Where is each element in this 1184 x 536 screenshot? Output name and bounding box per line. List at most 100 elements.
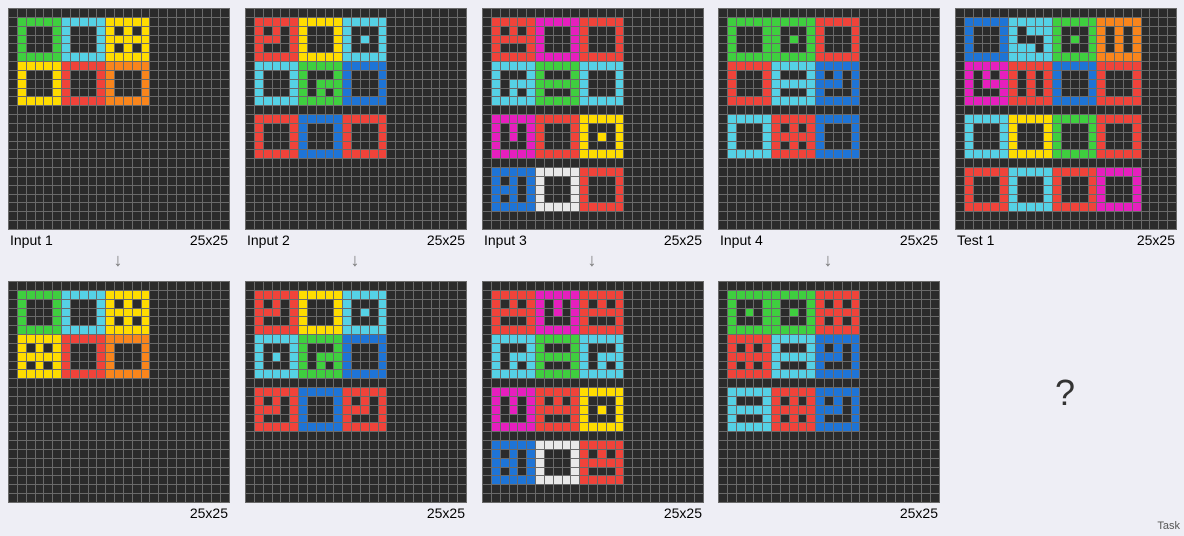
grid-cell [70, 422, 80, 432]
grid-cell [973, 88, 983, 97]
grid-cell [833, 52, 843, 62]
grid-cell [176, 449, 186, 459]
grid-cell [369, 458, 379, 468]
grid-cell [316, 52, 326, 62]
grid-cell [35, 202, 44, 212]
grid-cell [254, 431, 264, 441]
grid-cell [211, 26, 221, 36]
grid-cell [641, 158, 651, 168]
grid-cell [325, 114, 334, 124]
grid-cell [886, 123, 896, 133]
grid-cell [641, 299, 651, 309]
grid-cell [930, 158, 940, 168]
grid-cell [316, 405, 326, 415]
grid-cell [132, 369, 142, 379]
grid-cell [676, 141, 686, 150]
grid-cell [342, 70, 352, 80]
grid-cell [61, 422, 71, 432]
grid-cell [342, 220, 352, 230]
grid-cell [202, 35, 212, 44]
grid-cell [762, 8, 772, 18]
grid-cell [176, 387, 186, 397]
grid-cell [824, 149, 834, 159]
output-2-grid [245, 281, 467, 503]
grid-cell [422, 158, 432, 168]
grid-cell [964, 211, 974, 221]
grid-cell [395, 17, 405, 27]
grid-cell [413, 176, 423, 186]
grid-cell [351, 8, 361, 18]
grid-cell [912, 176, 922, 186]
grid-cell [167, 185, 177, 195]
grid-cell [325, 475, 334, 485]
grid-cell [789, 88, 799, 97]
grid-cell [886, 132, 896, 142]
grid-cell [955, 176, 965, 186]
grid-cell [79, 343, 89, 353]
grid-cell [52, 167, 62, 177]
grid-cell [17, 369, 27, 379]
grid-cell [990, 8, 1000, 18]
grid-cell [325, 493, 334, 503]
grid-cell [96, 35, 106, 44]
grid-cell [386, 185, 396, 195]
grid-cell [659, 449, 669, 459]
grid-cell [79, 79, 89, 89]
grid-cell [439, 141, 449, 150]
grid-cell [973, 185, 983, 195]
grid-cell [280, 405, 290, 415]
grid-cell [439, 281, 449, 291]
grid-cell [298, 449, 308, 459]
grid-cell [1088, 26, 1097, 36]
grid-cell [395, 202, 405, 212]
grid-cell [482, 176, 492, 186]
grid-cell [254, 414, 264, 423]
grid-cell [877, 185, 887, 195]
grid-cell [1008, 167, 1018, 177]
grid-cell [185, 378, 195, 388]
grid-cell [1017, 61, 1027, 71]
grid-cell [167, 79, 177, 89]
grid-cell [1114, 211, 1124, 221]
grid-cell [762, 149, 772, 159]
grid-cell [641, 458, 651, 468]
grid-cell [650, 405, 660, 415]
grid-cell [842, 88, 852, 97]
grid-cell [753, 185, 763, 195]
grid-cell [623, 352, 633, 362]
grid-cell [185, 123, 195, 133]
grid-cell [70, 8, 80, 18]
grid-cell [298, 26, 308, 36]
grid-cell [316, 132, 326, 142]
grid-cell [745, 88, 754, 97]
grid-cell [123, 308, 133, 317]
grid-cell [615, 290, 624, 300]
grid-cell [851, 17, 860, 27]
grid-cell [141, 123, 150, 133]
grid-cell [562, 325, 571, 335]
grid-cell [535, 352, 545, 362]
grid-cell [141, 308, 150, 317]
grid-cell [500, 467, 510, 476]
grid-cell [895, 220, 905, 230]
grid-cell [650, 449, 660, 459]
grid-cell [43, 369, 53, 379]
grid-cell [220, 325, 230, 335]
grid-cell [904, 17, 913, 27]
grid-cell [606, 334, 616, 344]
grid-cell [745, 35, 754, 44]
grid-cell [386, 202, 396, 212]
grid-cell [307, 414, 317, 423]
grid-cell [26, 132, 36, 142]
grid-cell [553, 281, 563, 291]
grid-cell [70, 96, 80, 106]
grid-cell [859, 202, 869, 212]
grid-cell [668, 185, 677, 195]
grid-cell [70, 52, 80, 62]
grid-cell [43, 88, 53, 97]
grid-cell [167, 17, 177, 27]
grid-cell [676, 449, 686, 459]
grid-cell [378, 422, 387, 432]
grid-cell [26, 484, 36, 494]
grid-cell [753, 220, 763, 230]
